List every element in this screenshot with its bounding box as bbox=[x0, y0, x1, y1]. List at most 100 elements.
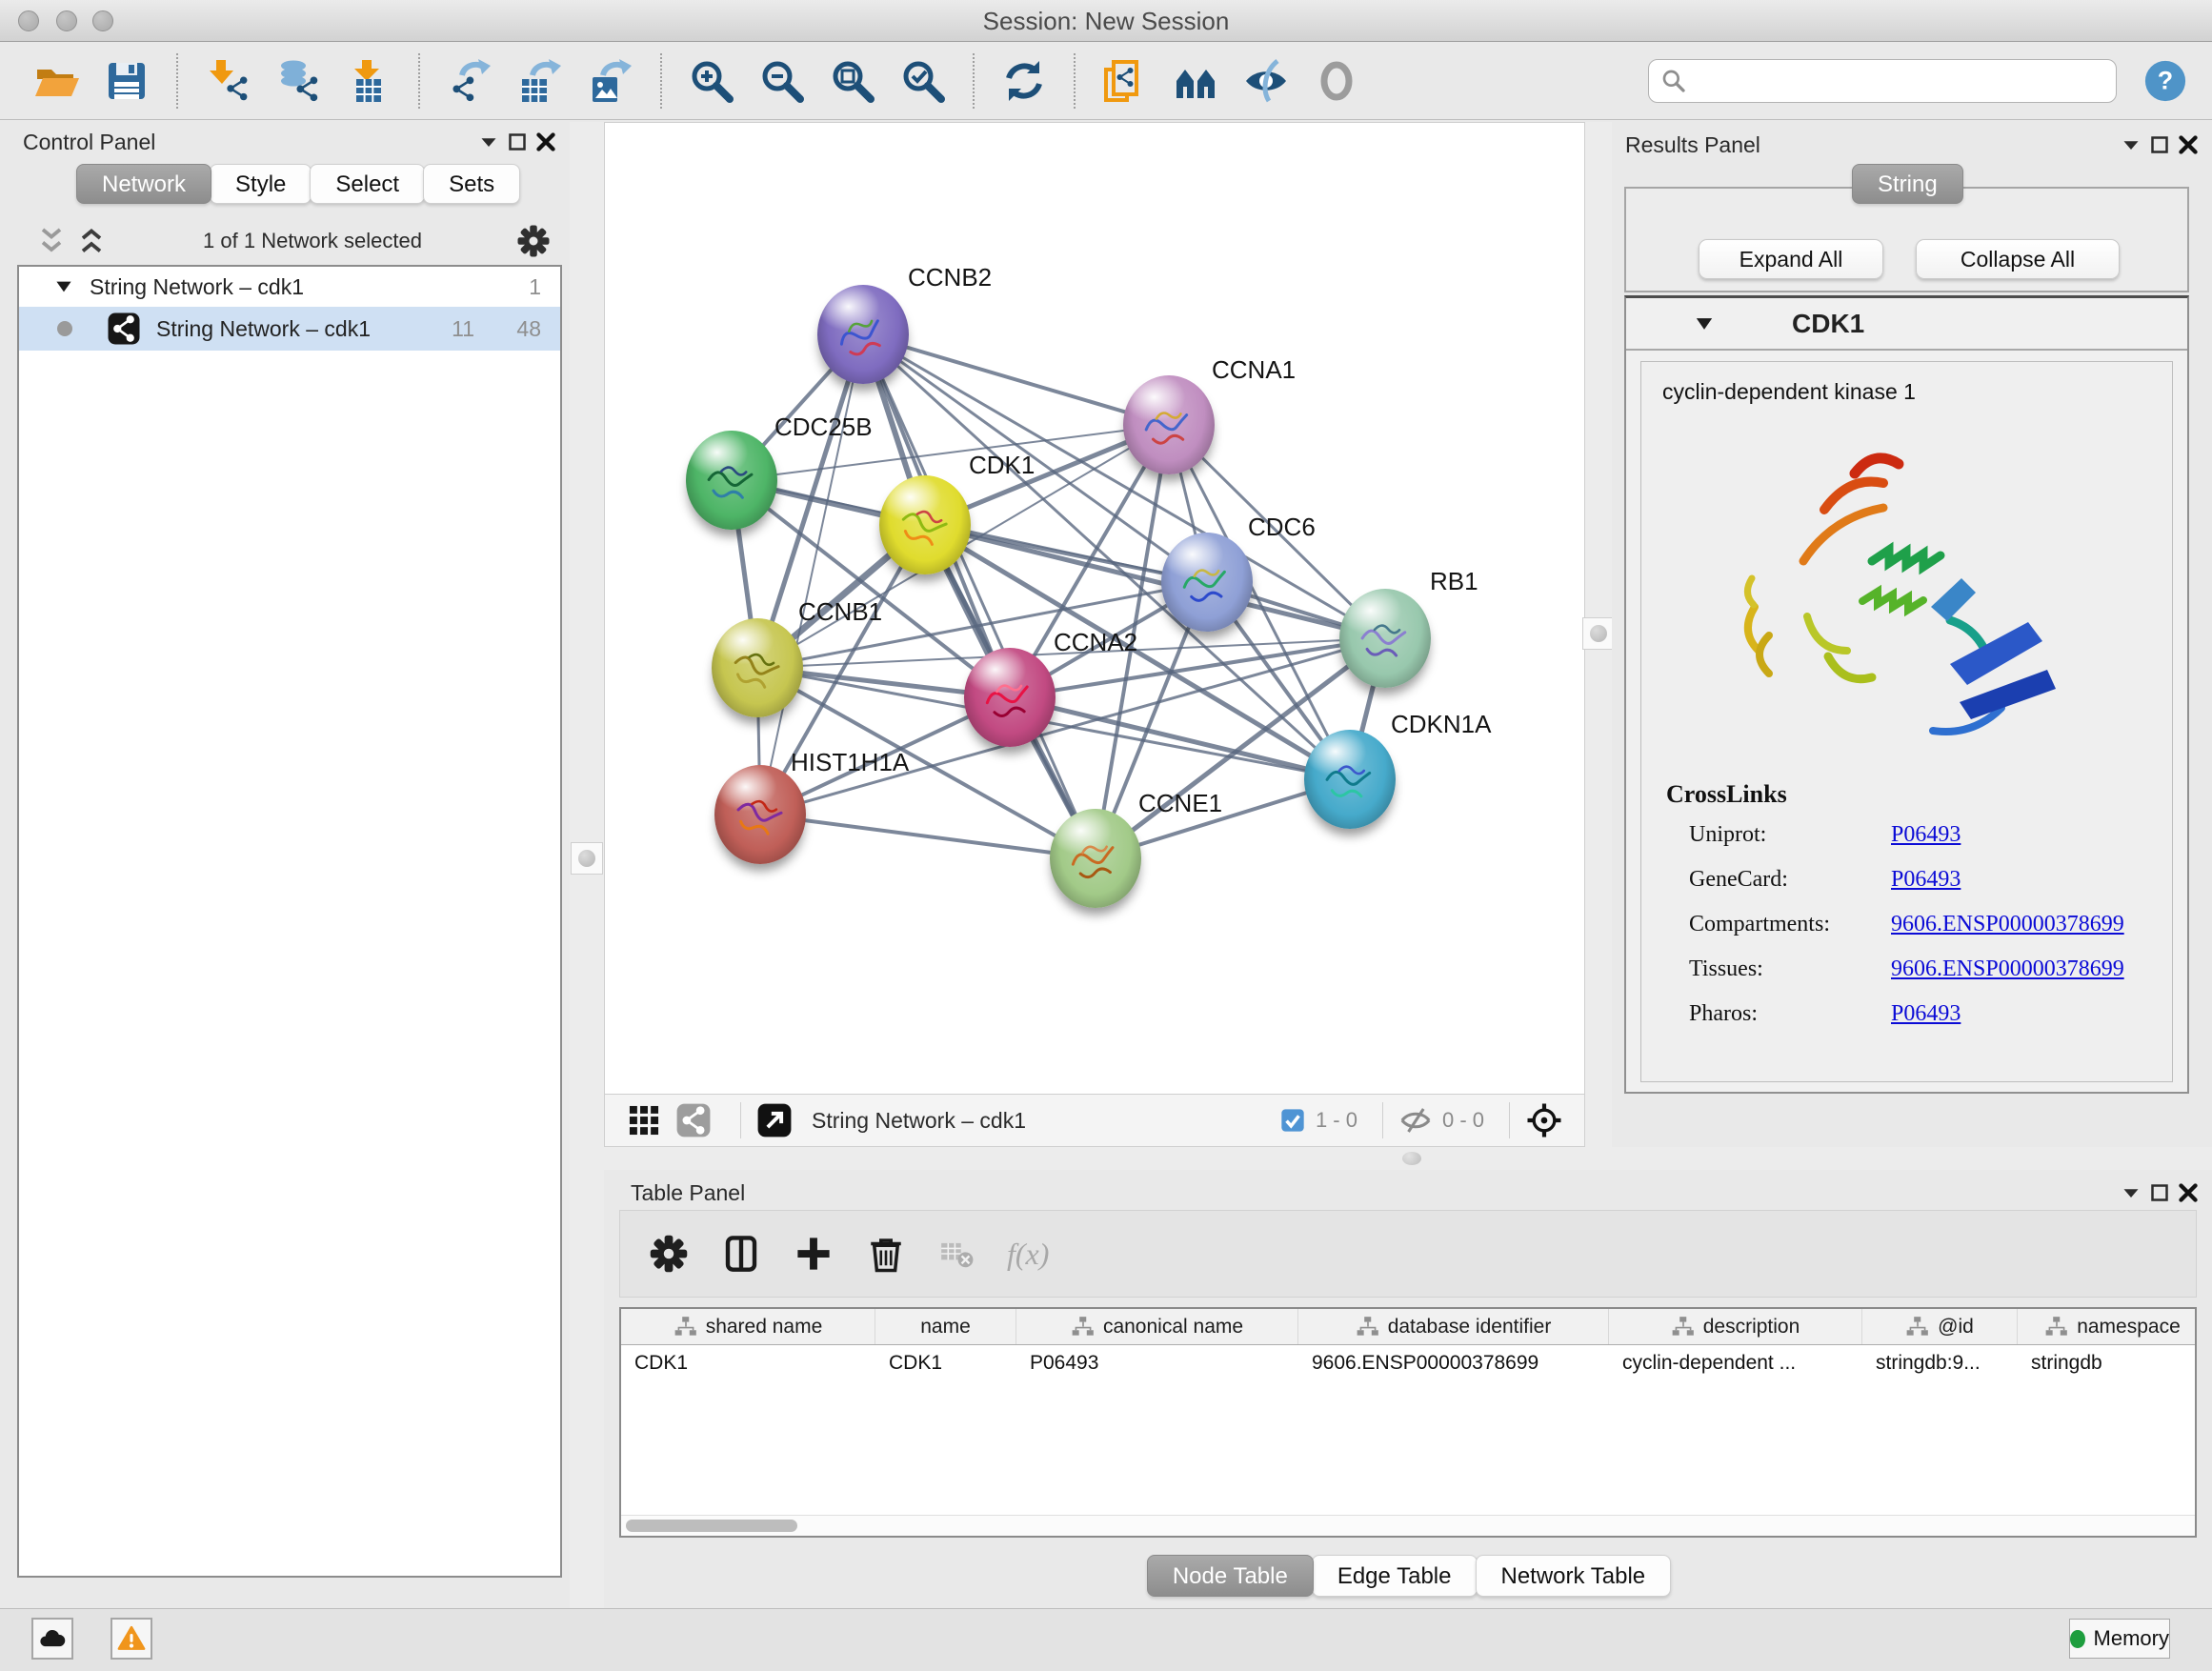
network-node-CCNB1[interactable] bbox=[712, 618, 803, 717]
window-zoom-button[interactable] bbox=[92, 10, 113, 31]
control-panel-float-icon[interactable] bbox=[503, 128, 532, 156]
node-section-name: CDK1 bbox=[1792, 309, 1864, 339]
table-panel-float-icon[interactable] bbox=[2145, 1178, 2174, 1207]
collection-caret-icon[interactable] bbox=[51, 274, 76, 299]
scrollbar-thumb[interactable] bbox=[626, 1520, 797, 1532]
crosslink-link[interactable]: P06493 bbox=[1891, 1001, 1961, 1027]
horizontal-splitter[interactable] bbox=[604, 1147, 2212, 1170]
tab-edge-table[interactable]: Edge Table bbox=[1312, 1555, 1478, 1597]
results-panel: Results Panel String Expand All Collapse… bbox=[1612, 122, 2212, 1147]
table-horizontal-scrollbar[interactable] bbox=[621, 1515, 2195, 1536]
window-close-button[interactable] bbox=[18, 10, 39, 31]
network-canvas[interactable]: CCNB2 CCNA1 CDC25B CDK1 CDC6 RB1 bbox=[604, 122, 1585, 1094]
tab-node-table[interactable]: Node Table bbox=[1147, 1555, 1314, 1597]
window-minimize-button[interactable] bbox=[56, 10, 77, 31]
network-node-CDC25B[interactable] bbox=[686, 431, 777, 530]
column-header-shared-name[interactable]: shared name bbox=[621, 1309, 875, 1344]
tab-network[interactable]: Network bbox=[76, 164, 211, 204]
column-header-canonical-name[interactable]: canonical name bbox=[1016, 1309, 1298, 1344]
network-node-CCNB2[interactable] bbox=[817, 285, 909, 384]
left-splitter[interactable] bbox=[570, 122, 604, 1608]
results-panel-close-icon[interactable] bbox=[2174, 131, 2202, 159]
node-section-header[interactable]: CDK1 bbox=[1626, 298, 2187, 351]
horizontal-splitter-handle[interactable] bbox=[1402, 1152, 1421, 1165]
network-node-CDC6[interactable] bbox=[1161, 533, 1253, 632]
zoom-in-icon[interactable] bbox=[689, 58, 734, 104]
network-edges[interactable] bbox=[605, 123, 1585, 1094]
crosslink-link[interactable]: P06493 bbox=[1891, 867, 1961, 893]
network-node-HIST1H1A[interactable] bbox=[714, 765, 806, 864]
network-collection-row[interactable]: String Network – cdk1 1 bbox=[19, 267, 560, 307]
right-splitter-handle[interactable] bbox=[1582, 617, 1615, 650]
column-header-name[interactable]: name bbox=[875, 1309, 1016, 1344]
crosslink-link[interactable]: 9606.ENSP00000378699 bbox=[1891, 956, 2124, 982]
table-panel-menu-icon[interactable] bbox=[2117, 1178, 2145, 1207]
tab-style[interactable]: Style bbox=[210, 164, 312, 204]
collapse-all-networks-icon[interactable] bbox=[34, 224, 69, 258]
add-column-icon[interactable] bbox=[794, 1234, 834, 1274]
hide-selected-icon[interactable] bbox=[1243, 58, 1289, 104]
first-neighbors-icon[interactable] bbox=[1173, 58, 1218, 104]
column-header--id[interactable]: @id bbox=[1862, 1309, 2018, 1344]
section-caret-icon[interactable] bbox=[1691, 311, 1718, 337]
selected-nodes-checkbox[interactable] bbox=[1279, 1107, 1306, 1134]
network-node-CCNE1[interactable] bbox=[1050, 809, 1141, 908]
collapse-all-button[interactable]: Collapse All bbox=[1916, 239, 2120, 279]
network-node-CCNA2[interactable] bbox=[964, 648, 1056, 747]
save-session-icon[interactable] bbox=[104, 58, 150, 104]
open-file-icon[interactable] bbox=[33, 58, 79, 104]
import-network-from-file-icon[interactable] bbox=[205, 58, 251, 104]
left-splitter-handle[interactable] bbox=[571, 842, 603, 875]
memory-button[interactable]: Memory bbox=[2069, 1619, 2170, 1659]
search-box[interactable] bbox=[1648, 59, 2117, 103]
table-row[interactable]: CDK1CDK1P064939606.ENSP00000378699cyclin… bbox=[621, 1345, 2195, 1381]
control-panel-menu-icon[interactable] bbox=[474, 128, 503, 156]
network-node-CDK1[interactable] bbox=[879, 475, 971, 574]
column-header-namespace[interactable]: namespace bbox=[2018, 1309, 2197, 1344]
cloud-status-button[interactable] bbox=[31, 1618, 73, 1660]
warning-status-button[interactable] bbox=[111, 1618, 152, 1660]
clone-network-icon[interactable] bbox=[1102, 58, 1148, 104]
network-node-RB1[interactable] bbox=[1339, 589, 1431, 688]
tab-string[interactable]: String bbox=[1852, 164, 1963, 204]
import-network-from-database-icon[interactable] bbox=[275, 58, 321, 104]
network-node-CCNA1[interactable] bbox=[1123, 375, 1215, 474]
search-input[interactable] bbox=[1689, 62, 2106, 100]
network-options-gear-icon[interactable] bbox=[516, 224, 551, 258]
detach-view-icon[interactable] bbox=[756, 1102, 793, 1138]
zoom-fit-icon[interactable] bbox=[830, 58, 875, 104]
column-header-description[interactable]: description bbox=[1609, 1309, 1862, 1344]
table-settings-gear-icon[interactable] bbox=[649, 1234, 689, 1274]
crosslink-link[interactable]: 9606.ENSP00000378699 bbox=[1891, 912, 2124, 937]
crosslink-link[interactable]: P06493 bbox=[1891, 822, 1961, 848]
tab-network-table[interactable]: Network Table bbox=[1476, 1555, 1672, 1597]
export-table-icon[interactable] bbox=[517, 58, 563, 104]
show-columns-icon[interactable] bbox=[721, 1234, 761, 1274]
control-panel-close-icon[interactable] bbox=[532, 128, 560, 156]
zoom-out-icon[interactable] bbox=[759, 58, 805, 104]
help-button[interactable]: ? bbox=[2143, 59, 2187, 103]
hidden-eye-icon[interactable] bbox=[1398, 1106, 1433, 1135]
expand-all-networks-icon[interactable] bbox=[74, 224, 109, 258]
results-panel-menu-icon[interactable] bbox=[2117, 131, 2145, 159]
network-share-icon[interactable] bbox=[675, 1102, 712, 1138]
results-panel-float-icon[interactable] bbox=[2145, 131, 2174, 159]
network-node-label-CDC25B: CDC25B bbox=[774, 413, 873, 442]
apply-preferred-layout-icon[interactable] bbox=[1001, 58, 1047, 104]
grid-view-icon[interactable] bbox=[626, 1102, 662, 1138]
import-table-from-file-icon[interactable] bbox=[346, 58, 392, 104]
show-all-icon[interactable] bbox=[1314, 58, 1359, 104]
network-node-CDKN1A[interactable] bbox=[1304, 730, 1396, 829]
tab-select[interactable]: Select bbox=[310, 164, 425, 204]
birdseye-crosshair-icon[interactable] bbox=[1525, 1101, 1563, 1139]
right-splitter[interactable] bbox=[1585, 122, 1612, 1147]
expand-all-button[interactable]: Expand All bbox=[1699, 239, 1883, 279]
zoom-selected-icon[interactable] bbox=[900, 58, 946, 104]
tab-sets[interactable]: Sets bbox=[423, 164, 520, 204]
delete-column-icon[interactable] bbox=[866, 1234, 906, 1274]
export-network-icon[interactable] bbox=[447, 58, 493, 104]
network-row-selected[interactable]: String Network – cdk1 11 48 bbox=[19, 307, 560, 351]
table-panel-close-icon[interactable] bbox=[2174, 1178, 2202, 1207]
column-header-database-identifier[interactable]: database identifier bbox=[1298, 1309, 1609, 1344]
export-image-icon[interactable] bbox=[588, 58, 633, 104]
